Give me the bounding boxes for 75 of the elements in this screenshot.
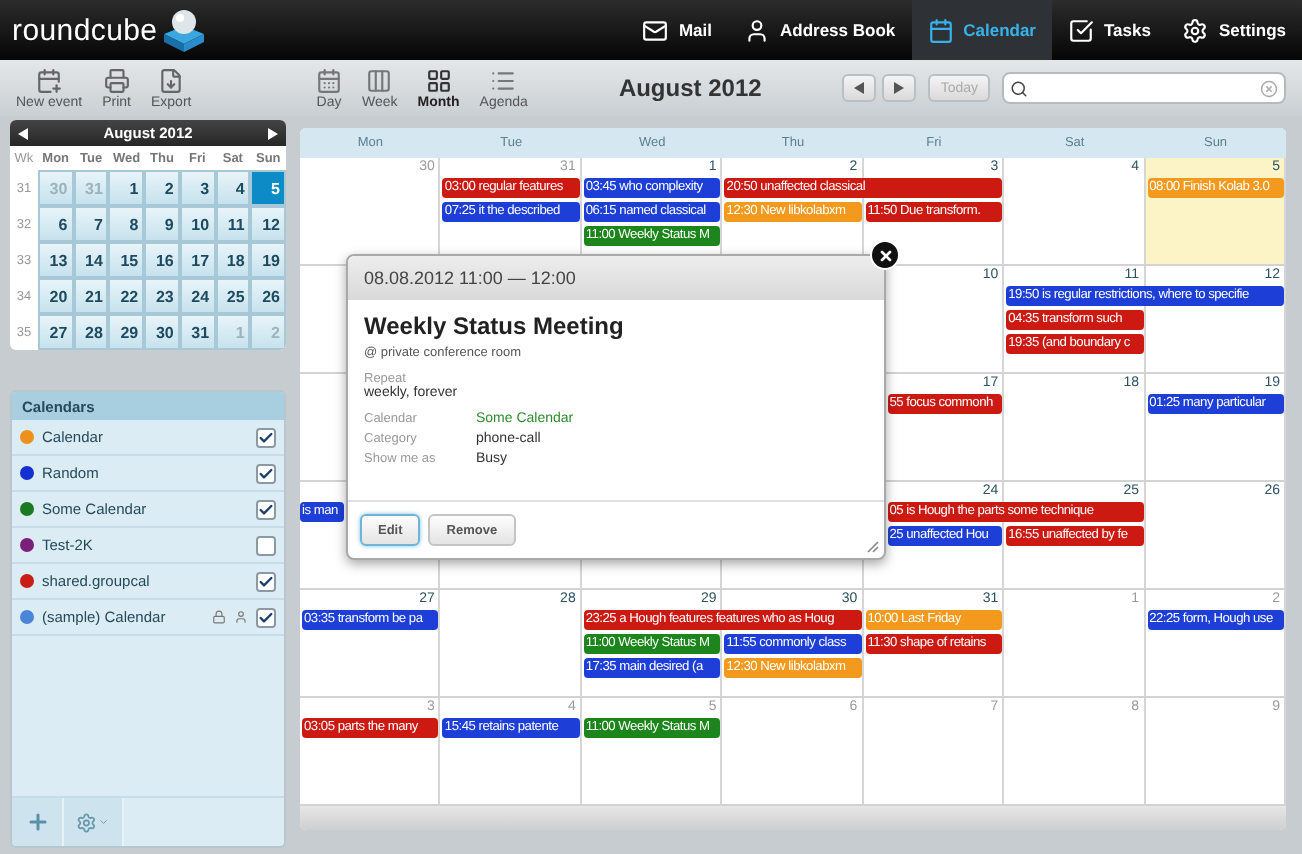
- nav-tab[interactable]: Address Book: [727, 0, 912, 60]
- nav-tab[interactable]: Calendar: [911, 0, 1052, 60]
- mini-day[interactable]: 22: [108, 278, 145, 314]
- previous-button[interactable]: [842, 74, 877, 102]
- mini-day[interactable]: 14: [73, 242, 109, 278]
- mini-day[interactable]: 6: [38, 206, 74, 242]
- mini-day[interactable]: 31: [179, 314, 216, 350]
- checkbox[interactable]: [256, 463, 276, 483]
- nav-tab[interactable]: Settings: [1166, 0, 1302, 60]
- mini-day[interactable]: 19: [250, 242, 286, 278]
- calendar-icon: [927, 17, 954, 43]
- checkbox[interactable]: [256, 427, 276, 447]
- left-triangle-icon[interactable]: [18, 127, 28, 139]
- user-icon: [234, 610, 248, 624]
- mini-day[interactable]: 30: [144, 314, 180, 350]
- mini-day[interactable]: 9: [144, 206, 180, 242]
- mini-day[interactable]: 11: [215, 206, 251, 242]
- month-title: August 2012: [616, 74, 764, 102]
- event-title: Weekly Status Meeting: [364, 312, 626, 340]
- nav-tab[interactable]: Tasks: [1051, 0, 1167, 60]
- mini-day[interactable]: 23: [144, 278, 180, 314]
- mini-day[interactable]: 4: [215, 170, 251, 206]
- checkbox[interactable]: [256, 499, 276, 519]
- printer-icon: [103, 67, 130, 93]
- mini-day[interactable]: 25: [215, 278, 251, 314]
- mini-day[interactable]: 13: [38, 242, 74, 278]
- options-button[interactable]: [64, 798, 124, 846]
- event-datetime: 08.08.2012 11:00 — 12:00: [348, 256, 884, 300]
- user-icon: [743, 17, 770, 43]
- mini-day[interactable]: 5: [250, 170, 286, 206]
- mini-day[interactable]: 21: [73, 278, 109, 314]
- search-field[interactable]: [1002, 72, 1286, 104]
- checkbox-icon: [1067, 17, 1094, 43]
- search-icon: [1010, 79, 1028, 97]
- right-triangle-icon[interactable]: [267, 127, 278, 139]
- list-icon: [490, 67, 517, 93]
- mini-day[interactable]: 8: [108, 206, 145, 242]
- mini-day[interactable]: 12: [250, 206, 286, 242]
- mini-day[interactable]: 26: [250, 278, 286, 314]
- mini-day[interactable]: 28: [73, 314, 109, 350]
- logo: roundcube: [12, 13, 158, 47]
- add-button[interactable]: [12, 798, 64, 846]
- right-triangle-icon[interactable]: [894, 82, 905, 94]
- mini-day[interactable]: 7: [73, 206, 109, 242]
- mini-day[interactable]: 16: [144, 242, 180, 278]
- calendar-icon: [316, 67, 342, 93]
- mini-day[interactable]: 20: [38, 278, 74, 314]
- mini-day[interactable]: 3: [179, 170, 216, 206]
- mini-day[interactable]: 18: [215, 242, 251, 278]
- nav-tab[interactable]: Mail: [626, 0, 728, 60]
- cube-icon: [161, 6, 206, 54]
- calendar-plus-icon: [36, 67, 63, 93]
- mini-day[interactable]: 17: [179, 242, 216, 278]
- caret-icon: [98, 816, 110, 828]
- close-icon: [877, 247, 893, 263]
- mini-day[interactable]: 10: [179, 206, 216, 242]
- next-button[interactable]: [882, 74, 917, 102]
- left-triangle-icon[interactable]: [854, 82, 865, 94]
- mini-day[interactable]: 15: [108, 242, 145, 278]
- columns-icon: [366, 67, 393, 93]
- resize-grip-icon[interactable]: [866, 540, 880, 554]
- grid-icon: [425, 67, 452, 93]
- settings-icon: [1182, 17, 1209, 43]
- plus-icon: [25, 810, 49, 834]
- gear-icon: [76, 811, 97, 833]
- checkbox[interactable]: [256, 535, 276, 555]
- mini-day[interactable]: 29: [108, 314, 145, 350]
- mini-day[interactable]: 24: [179, 278, 216, 314]
- checkbox[interactable]: [256, 607, 276, 627]
- mini-day[interactable]: 1: [108, 170, 145, 206]
- mail-icon: [642, 17, 669, 43]
- checkbox[interactable]: [256, 571, 276, 591]
- mini-day[interactable]: 27: [38, 314, 74, 350]
- mini-day[interactable]: 2: [144, 170, 180, 206]
- download-icon: [158, 67, 185, 93]
